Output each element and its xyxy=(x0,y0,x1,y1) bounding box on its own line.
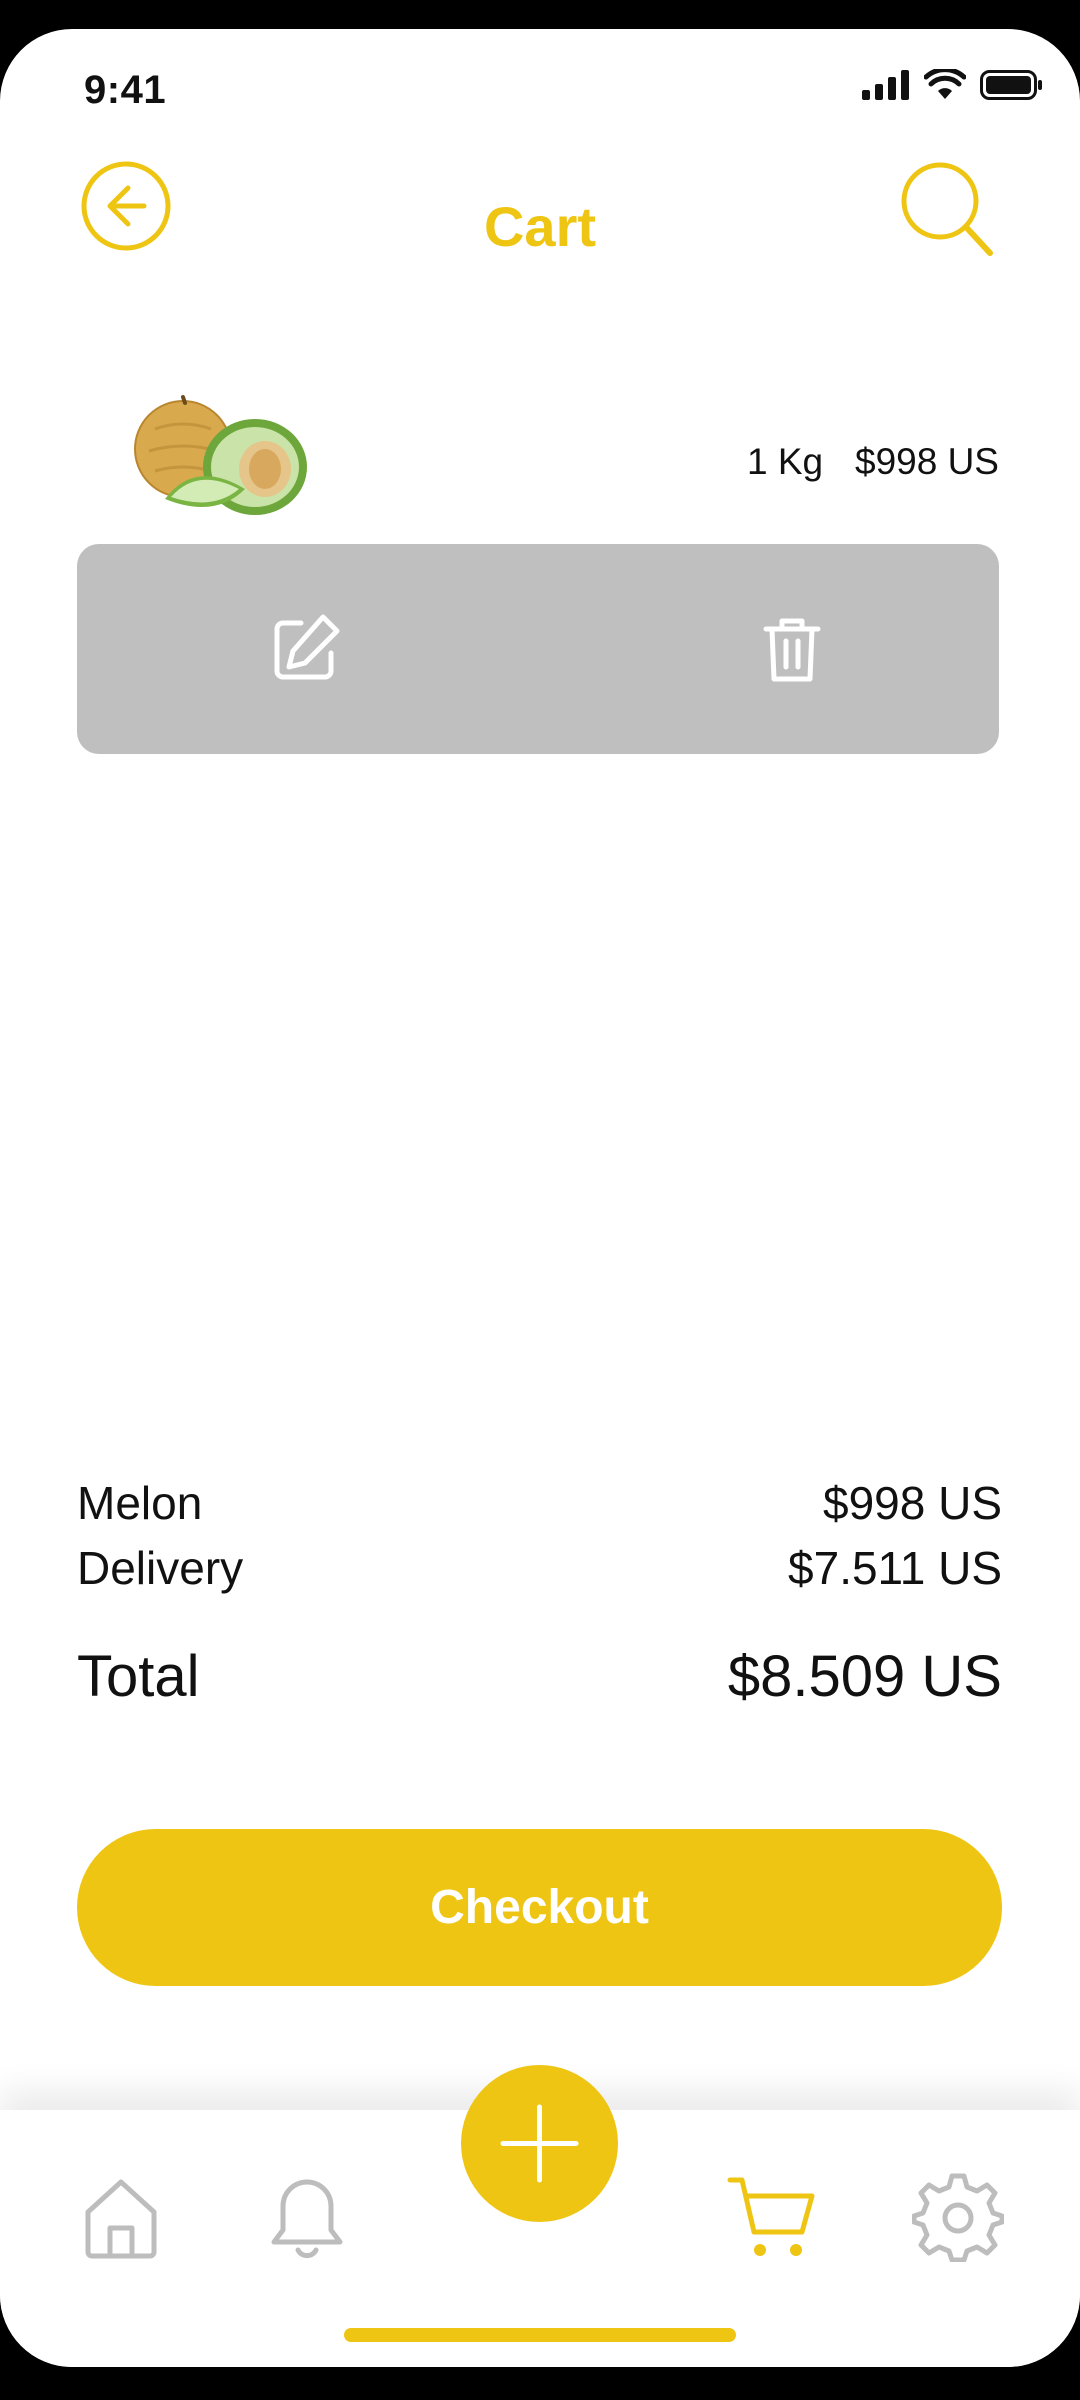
delete-button[interactable] xyxy=(752,609,832,689)
trash-icon xyxy=(763,618,821,682)
cart-item: 1 Kg $998 US xyxy=(77,389,999,539)
bell-icon xyxy=(271,2179,343,2259)
home-icon xyxy=(85,2179,157,2259)
phone-screen: 9:41 Cart 1 Kg $998 US Melon $998 US Del… xyxy=(0,29,1080,2367)
summary-label: Delivery xyxy=(77,1542,244,1594)
battery-icon xyxy=(980,70,1042,100)
summary-row-delivery: Delivery $7.511 US xyxy=(77,1541,1002,1595)
add-button[interactable] xyxy=(461,2065,618,2222)
edit-button[interactable] xyxy=(265,609,345,689)
nav-settings[interactable] xyxy=(911,2170,1005,2267)
search-icon xyxy=(901,162,993,256)
status-bar: 9:41 xyxy=(0,29,1080,129)
item-price: $998 US xyxy=(855,441,999,482)
checkout-button[interactable]: Checkout xyxy=(77,1829,1002,1986)
edit-icon xyxy=(274,614,340,680)
gear-icon xyxy=(911,2173,1005,2263)
cart-icon xyxy=(727,2177,815,2256)
nav-notifications[interactable] xyxy=(268,2174,346,2269)
total-value: $8.509 US xyxy=(727,1644,1002,1709)
melon-image xyxy=(134,395,307,515)
search-button[interactable] xyxy=(898,159,998,259)
summary-value: $7.511 US xyxy=(788,1542,1002,1594)
wifi-icon xyxy=(924,69,966,99)
plus-icon xyxy=(500,2104,579,2183)
home-indicator[interactable] xyxy=(344,2328,736,2342)
nav-home[interactable] xyxy=(82,2176,160,2265)
status-time: 9:41 xyxy=(84,68,167,112)
cellular-signal-icon xyxy=(862,70,909,100)
item-quantity: 1 Kg xyxy=(747,441,824,482)
summary-total: Total $8.509 US xyxy=(77,1643,1002,1710)
summary-row-melon: Melon $998 US xyxy=(77,1476,1002,1530)
status-icons xyxy=(862,69,1044,101)
summary-label: Melon xyxy=(77,1477,203,1529)
summary-value: $998 US xyxy=(822,1477,1002,1529)
nav-cart[interactable] xyxy=(726,2172,818,2269)
total-label: Total xyxy=(77,1644,200,1709)
item-actions-bar xyxy=(77,544,999,754)
